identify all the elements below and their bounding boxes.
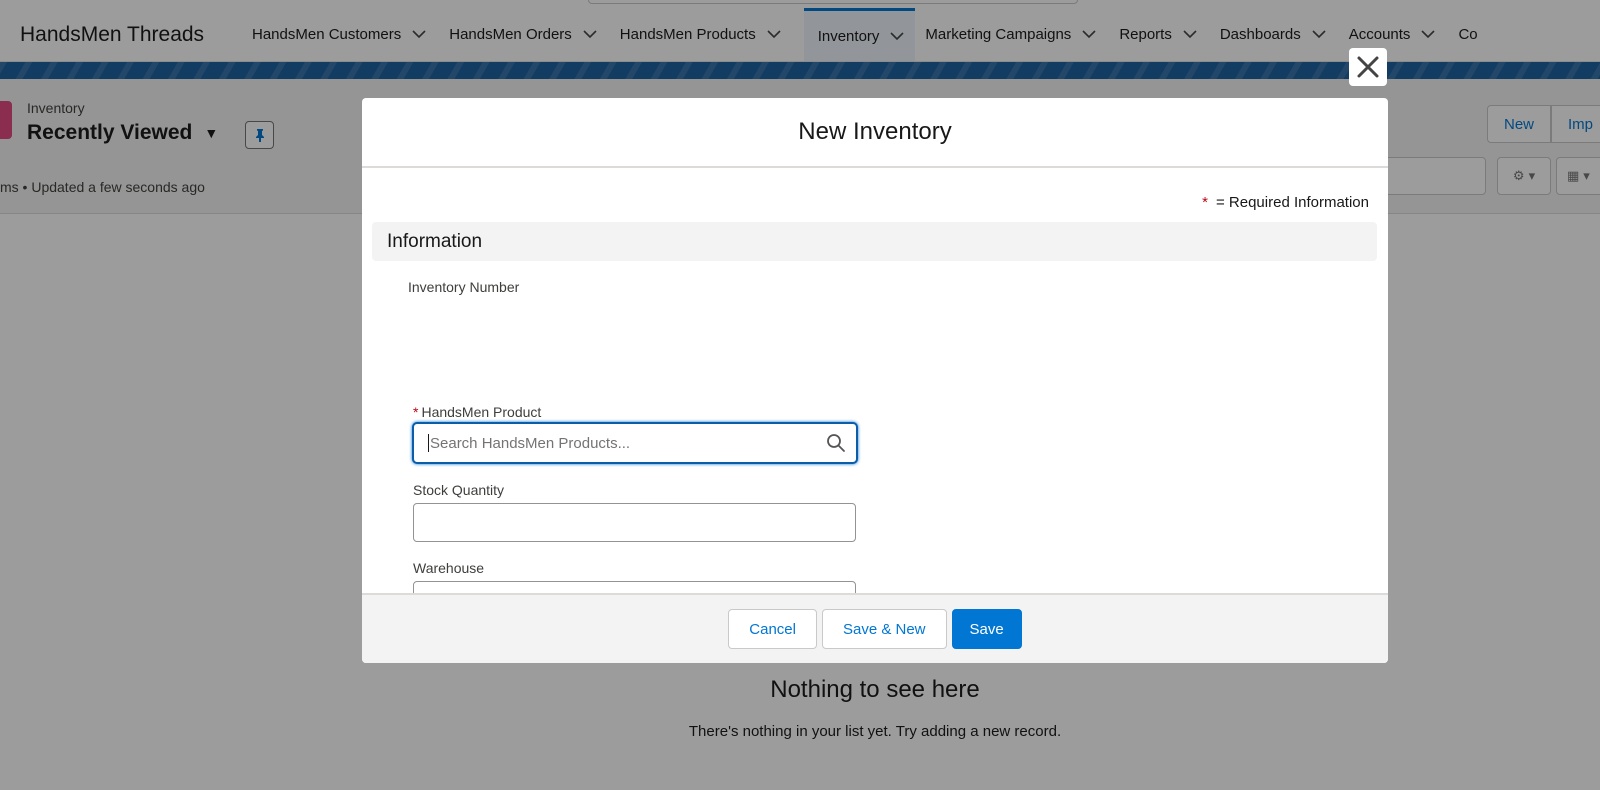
information-section-header[interactable]: Information <box>372 222 1377 261</box>
modal-title: New Inventory <box>798 118 952 145</box>
required-star: * <box>1202 194 1208 211</box>
section-title: Information <box>387 230 483 252</box>
modal-header: New Inventory <box>362 98 1388 168</box>
handsmen-product-lookup[interactable] <box>412 422 858 464</box>
cancel-button[interactable]: Cancel <box>728 609 817 649</box>
modal-body: * = Required Information Information Inve… <box>362 168 1388 620</box>
stock-quantity-field[interactable] <box>413 503 856 542</box>
close-icon <box>1357 56 1379 78</box>
required-info-note: * = Required Information <box>1202 194 1369 211</box>
stock-quantity-label: Stock Quantity <box>413 482 505 498</box>
close-modal-button[interactable] <box>1349 48 1387 86</box>
handsmen-product-label-text: HandsMen Product <box>421 404 542 420</box>
required-info-text: = Required Information <box>1215 194 1369 211</box>
stock-quantity-input[interactable] <box>414 504 855 541</box>
search-icon <box>827 434 845 452</box>
handsmen-product-label: * HandsMen Product <box>413 404 541 420</box>
warehouse-label: Warehouse <box>413 560 485 576</box>
text-cursor <box>428 434 429 452</box>
modal-footer: Cancel Save & New Save <box>362 593 1388 663</box>
inventory-number-label: Inventory Number <box>408 279 520 295</box>
new-inventory-modal: New Inventory * = Required Information In… <box>362 98 1388 663</box>
handsmen-product-search-input[interactable] <box>430 434 826 452</box>
save-and-new-button[interactable]: Save & New <box>821 609 947 649</box>
required-star: * <box>413 404 419 420</box>
save-button[interactable]: Save <box>951 609 1022 649</box>
